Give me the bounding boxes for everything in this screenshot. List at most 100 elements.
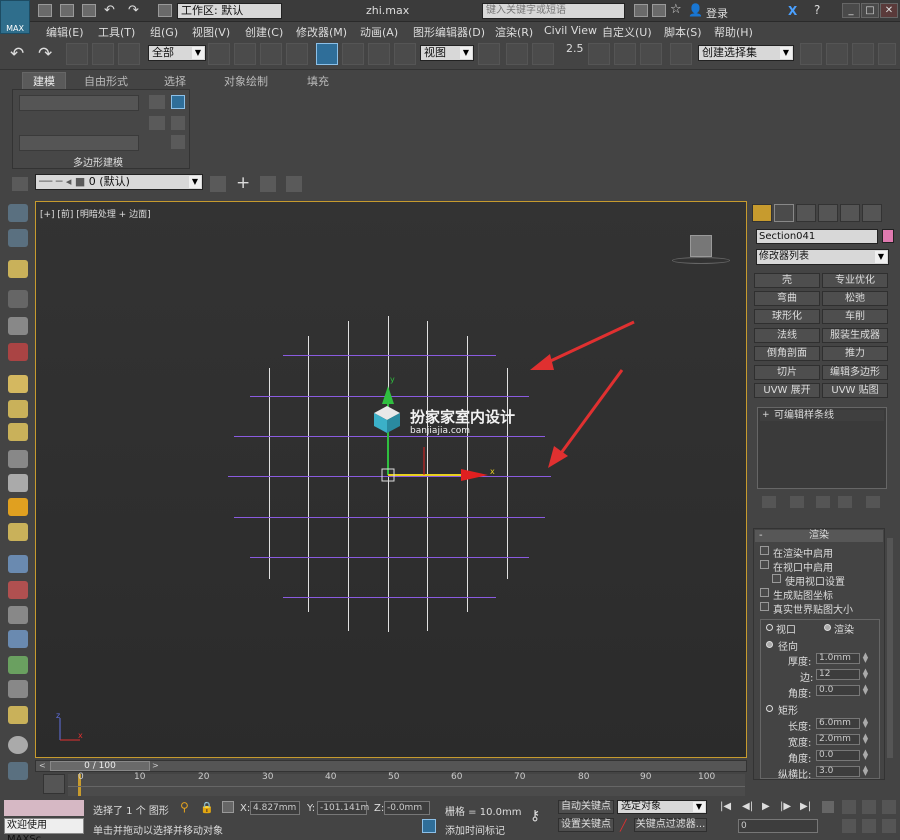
dome-icon[interactable] — [8, 400, 28, 418]
redo-icon[interactable]: ↷ — [38, 44, 52, 64]
hierarchy-tab-icon[interactable] — [796, 204, 816, 222]
maxscript-listener-pink[interactable] — [4, 800, 84, 816]
use-viewport-settings-checkbox[interactable] — [772, 574, 781, 583]
viewcube-ring[interactable] — [672, 257, 730, 264]
pan-view-icon[interactable] — [862, 819, 876, 833]
rollout-header[interactable]: - 渲染 — [755, 530, 883, 542]
stack-item-editable-spline[interactable]: 可编辑样条线 — [760, 410, 884, 421]
modifier-bend-button[interactable]: 弯曲 — [754, 291, 820, 306]
menu-animation[interactable]: 动画(A) — [360, 24, 398, 40]
add-to-layer-icon[interactable]: + — [236, 173, 250, 193]
thickness-spinner-arrows[interactable]: ▲ ▼ — [862, 652, 869, 664]
reference-coordinate-dropdown[interactable]: 视图 ▼ — [420, 45, 474, 61]
select-object-icon[interactable] — [208, 43, 230, 65]
key-icon[interactable]: ⚷ — [530, 808, 540, 824]
selection-filter-dropdown[interactable]: 全部 ▼ — [148, 45, 206, 61]
exchange-icon[interactable]: X — [788, 4, 797, 18]
undo-icon[interactable]: ↶ — [104, 3, 115, 18]
modifier-push-button[interactable]: 推力 — [822, 346, 888, 361]
login-link[interactable]: 登录 — [706, 5, 728, 21]
save-file-icon[interactable] — [82, 4, 96, 17]
select-and-place-icon[interactable] — [394, 43, 416, 65]
rectangular-radio[interactable] — [766, 705, 773, 712]
set-key-button[interactable]: 设置关键点 — [558, 818, 614, 832]
enable-in-viewport-checkbox[interactable] — [760, 560, 769, 569]
undo-icon[interactable]: ↶ — [10, 44, 24, 64]
manipulate-icon[interactable] — [506, 43, 528, 65]
preview-icon[interactable] — [171, 116, 185, 130]
zoom-all-icon[interactable] — [862, 800, 876, 814]
pivot-center-icon[interactable] — [478, 43, 500, 65]
sun-icon[interactable] — [8, 498, 28, 516]
next-key-icon[interactable]: |▶ — [780, 801, 791, 812]
real-world-map-size-checkbox[interactable] — [760, 602, 769, 611]
time-slider-thumb[interactable]: 0 / 100 — [50, 761, 150, 771]
render-sphere-icon[interactable] — [8, 736, 28, 754]
maximize-button[interactable]: □ — [861, 3, 879, 18]
menu-help[interactable]: 帮助(H) — [714, 24, 753, 40]
cone-icon[interactable] — [8, 474, 28, 492]
menu-graph-editors[interactable]: 图形编辑器(D) — [413, 24, 485, 40]
key-filter-icon[interactable]: ╱ — [620, 819, 627, 832]
window-crossing-icon[interactable] — [286, 43, 308, 65]
select-by-name-icon[interactable] — [234, 43, 256, 65]
renderer-radio[interactable] — [824, 624, 831, 631]
set-current-layer-icon[interactable] — [286, 176, 302, 192]
layout-icon[interactable] — [8, 762, 28, 780]
keyboard-shortcut-icon[interactable] — [532, 43, 554, 65]
display-tab-icon[interactable] — [840, 204, 860, 222]
time-tag-icon[interactable] — [422, 819, 436, 833]
zoom-icon[interactable] — [842, 800, 856, 814]
front-viewport[interactable]: [+] [前] [明暗处理 + 边面] y x 扮家家室内设计 banjiaji… — [35, 201, 747, 758]
add-time-tag[interactable]: 添加时间标记 — [445, 822, 505, 837]
link-icon[interactable] — [66, 43, 88, 65]
select-and-move-icon[interactable] — [316, 43, 338, 65]
radial-radio[interactable] — [766, 641, 773, 648]
object-color-swatch[interactable] — [882, 229, 894, 243]
thickness-spinner[interactable]: 1.0mm — [816, 653, 860, 664]
help-icon[interactable]: ? — [814, 3, 820, 17]
minimize-button[interactable]: _ — [842, 3, 860, 18]
polygon-tools-row[interactable] — [19, 95, 139, 111]
time-slider[interactable]: < 0 / 100 > — [35, 760, 747, 772]
render-setup-icon[interactable] — [8, 343, 28, 361]
play-icon[interactable]: ▶ — [762, 801, 770, 812]
prev-frame-icon[interactable]: < — [39, 761, 47, 771]
key-selection-dropdown[interactable]: 选定对象 ▼ — [617, 800, 707, 814]
menu-views[interactable]: 视图(V) — [192, 24, 230, 40]
current-frame-field[interactable]: 0 — [738, 819, 818, 833]
modifier-relax-button[interactable]: 松弛 — [822, 291, 888, 306]
tab-object-paint[interactable]: 对象绘制 — [224, 73, 268, 89]
x-coordinate-field[interactable]: 4.827mm — [250, 801, 300, 815]
width-spinner[interactable]: 2.0mm — [816, 734, 860, 745]
select-and-rotate-icon[interactable] — [342, 43, 364, 65]
next-frame-icon[interactable]: > — [152, 761, 160, 771]
rect-selection-icon[interactable] — [260, 43, 282, 65]
disc-icon[interactable] — [8, 523, 28, 541]
angle-spinner[interactable]: 0.0 — [816, 685, 860, 696]
settings-icon[interactable] — [171, 135, 185, 149]
generate-mapping-checkbox[interactable] — [760, 588, 769, 597]
sides-spinner-arrows[interactable]: ▲ ▼ — [862, 668, 869, 680]
menu-civil-view[interactable]: Civil View — [544, 24, 597, 37]
percent-snap-icon[interactable] — [614, 43, 636, 65]
modifier-spherify-button[interactable]: 球形化 — [754, 309, 820, 324]
length-spinner[interactable]: 6.0mm — [816, 718, 860, 729]
unlink-icon[interactable] — [92, 43, 114, 65]
motion-tab-icon[interactable] — [818, 204, 838, 222]
helper-icon[interactable] — [8, 606, 28, 624]
create-tab-icon[interactable] — [752, 204, 772, 222]
sphere-icon[interactable] — [8, 423, 28, 441]
angle-2-spinner-arrows[interactable]: ▲ ▼ — [862, 749, 869, 761]
layer-manager-icon[interactable] — [12, 177, 28, 191]
aspect-spinner[interactable]: 3.0 — [816, 766, 860, 777]
modifier-slice-button[interactable]: 切片 — [754, 365, 820, 380]
modifier-uvw-unwrap-button[interactable]: UVW 展开 — [754, 383, 820, 398]
angle-snap-icon[interactable] — [588, 43, 610, 65]
scene-explorer-icon[interactable] — [8, 204, 28, 222]
viewport-radio[interactable] — [766, 624, 773, 631]
modify-mode-icon[interactable] — [171, 95, 185, 109]
modify-mode-row[interactable] — [19, 135, 139, 151]
sphere-half-icon[interactable] — [8, 317, 28, 335]
length-spinner-arrows[interactable]: ▲ ▼ — [862, 717, 869, 729]
